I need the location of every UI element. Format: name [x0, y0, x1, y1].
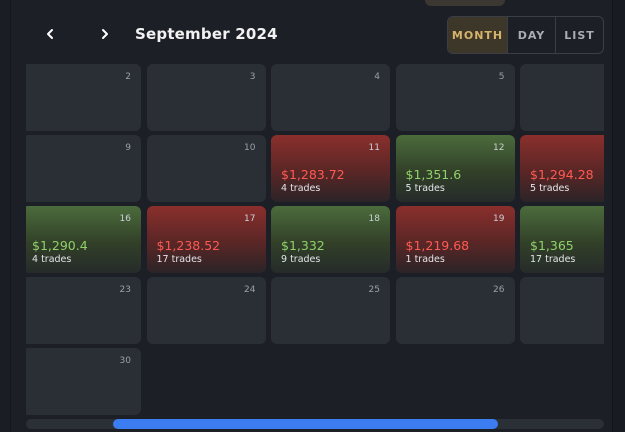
calendar-day-cell[interactable]: 17 $1,238.52 17 trades — [146, 206, 266, 273]
calendar-day-cell[interactable]: 11 $1,283.72 4 trades — [271, 135, 390, 202]
daily-pnl: $1,332 — [281, 238, 325, 253]
day-number: 4 — [374, 72, 380, 82]
next-month-button[interactable] — [94, 23, 116, 45]
trade-count: 5 trades — [405, 183, 445, 194]
day-number: 17 — [244, 214, 256, 224]
top-overflow-element — [425, 0, 505, 6]
day-number: 11 — [368, 143, 380, 153]
day-number: 25 — [368, 285, 380, 295]
day-number: 12 — [493, 143, 505, 153]
calendar-day-cell[interactable]: 24 — [146, 277, 266, 344]
calendar-month-grid: 2 3 4 5 9 10 11 $1,283.72 4 trades 12 $1,351.6 5 tr… — [26, 64, 604, 419]
horizontal-scrollbar[interactable] — [26, 419, 604, 429]
trade-count: 17 trades — [156, 254, 202, 265]
day-number: 5 — [498, 72, 505, 82]
trade-count: 9 trades — [281, 254, 321, 265]
daily-pnl: $1,365 — [530, 238, 574, 253]
daily-pnl: $1,219.68 — [405, 238, 470, 253]
calendar-day-cell[interactable]: 10 — [146, 135, 266, 202]
calendar-day-cell[interactable]: 4 — [271, 64, 390, 131]
calendar-day-cell[interactable]: 19 $1,219.68 1 trades — [395, 206, 515, 273]
day-number: 24 — [244, 285, 256, 295]
daily-pnl: $1,290.4 — [32, 238, 88, 253]
day-number: 16 — [119, 214, 131, 224]
day-number: 26 — [493, 285, 505, 295]
chevron-right-icon — [102, 29, 108, 39]
left-frame-edge — [0, 0, 11, 432]
view-day-button[interactable]: DAY — [507, 17, 555, 53]
calendar-day-cell[interactable] — [520, 64, 604, 131]
calendar-day-cell[interactable]: 23 — [26, 277, 141, 344]
day-number: 9 — [125, 143, 131, 153]
calendar-day-cell[interactable]: 25 — [271, 277, 390, 344]
right-frame-edge — [612, 0, 625, 432]
day-number: 23 — [119, 285, 131, 295]
calendar-day-cell[interactable]: 2 — [26, 64, 141, 131]
calendar-day-cell[interactable]: 30 — [26, 348, 141, 415]
calendar-day-cell[interactable]: 18 $1,332 9 trades — [271, 206, 390, 273]
view-list-button[interactable]: LIST — [555, 17, 603, 53]
day-number: 3 — [249, 72, 256, 82]
calendar-day-cell[interactable]: 9 — [26, 135, 141, 202]
scrollbar-thumb[interactable] — [113, 419, 498, 429]
calendar-day-cell[interactable]: $1,294.28 5 trades — [520, 135, 604, 202]
calendar-day-cell[interactable]: 26 — [395, 277, 515, 344]
trade-count: 4 trades — [281, 183, 321, 194]
day-number: 18 — [368, 214, 380, 224]
day-number: 19 — [493, 214, 505, 224]
trade-count: 4 trades — [32, 254, 72, 265]
daily-pnl: $1,351.6 — [405, 167, 462, 182]
view-month-button[interactable]: MONTH — [448, 17, 507, 53]
trade-count: 5 trades — [530, 183, 570, 194]
calendar-toolbar: September 2024 MONTH DAY LIST — [26, 15, 604, 54]
calendar-day-cell[interactable]: 5 — [395, 64, 515, 131]
daily-pnl: $1,238.52 — [156, 238, 221, 253]
calendar-day-cell[interactable]: 3 — [146, 64, 266, 131]
calendar-day-cell[interactable]: 12 $1,351.6 5 trades — [395, 135, 515, 202]
view-switcher: MONTH DAY LIST — [447, 16, 604, 54]
month-title: September 2024 — [135, 25, 278, 43]
daily-pnl: $1,283.72 — [281, 167, 345, 182]
previous-month-button[interactable] — [39, 23, 61, 45]
chevron-left-icon — [47, 29, 53, 39]
day-number: 10 — [244, 143, 256, 153]
trade-count: 17 trades — [530, 254, 576, 265]
day-number: 30 — [119, 356, 131, 366]
calendar-day-cell[interactable]: 16 $1,290.4 4 trades — [26, 206, 141, 273]
calendar-day-cell[interactable]: $1,365 17 trades — [520, 206, 604, 273]
day-number: 2 — [125, 72, 131, 82]
daily-pnl: $1,294.28 — [530, 167, 594, 182]
calendar-day-cell[interactable] — [520, 277, 604, 344]
trade-count: 1 trades — [405, 254, 445, 265]
